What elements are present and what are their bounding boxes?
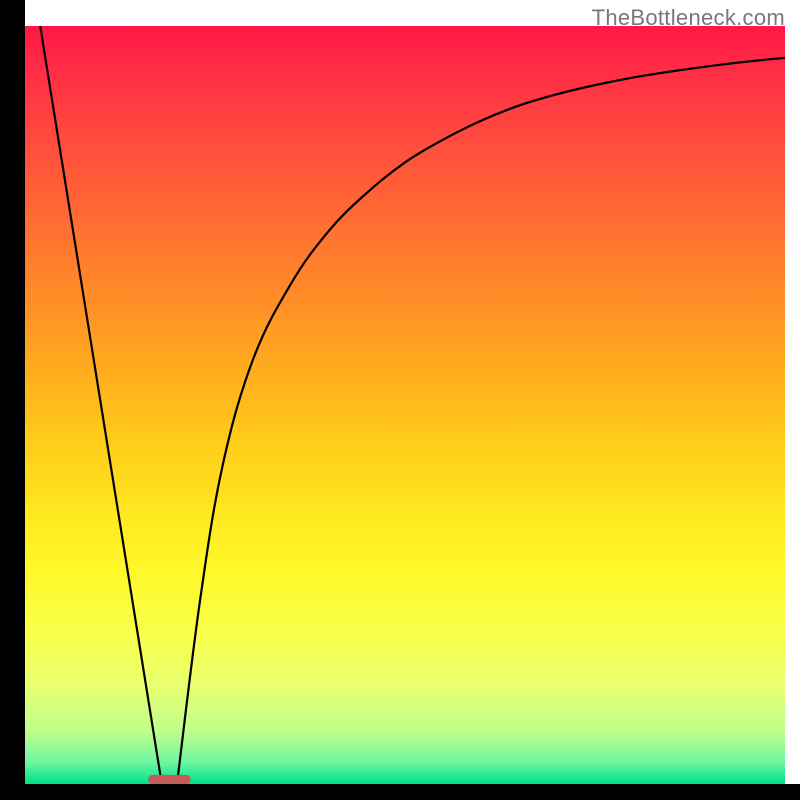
chart-svg xyxy=(0,0,800,800)
watermark-text: TheBottleneck.com xyxy=(592,5,785,31)
trough-marker xyxy=(148,775,191,784)
plot-border-bottom xyxy=(0,784,800,800)
plot-background-gradient xyxy=(25,26,785,784)
plot-border-left xyxy=(0,0,25,800)
